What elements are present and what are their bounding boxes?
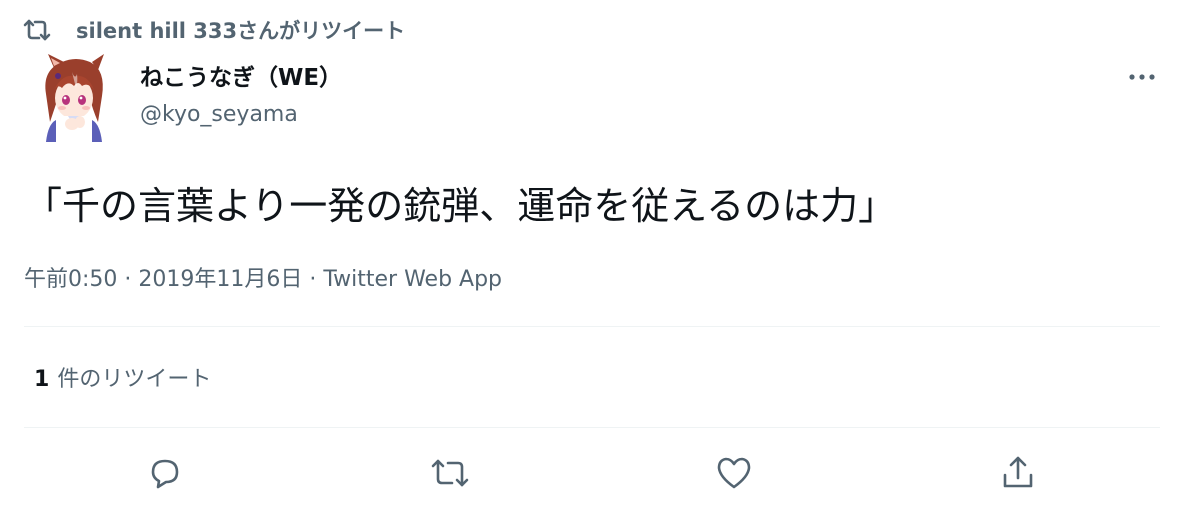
tweet-date[interactable]: 2019年11月6日 [138,267,302,292]
share-icon [1003,456,1033,488]
reply-button[interactable] [142,450,188,496]
reply-icon [151,459,179,489]
retweet-count-label: 件のリツイート [57,367,212,392]
tweet-text: 「千の言葉より一発の銃弾、運命を従えるのは力」 [24,184,897,228]
author-display-name[interactable]: ねこうなぎ（WE） [140,58,342,98]
tweet-time[interactable]: 午前0:50 [24,267,117,292]
retweet-stats[interactable]: 1 件のリツイート [34,362,211,398]
tweet-actions [0,450,1184,496]
tweet-meta: 午前0:50 · 2019年11月6日 · Twitter Web App [24,262,502,298]
like-button[interactable] [711,450,757,496]
retweet-icon [431,459,469,487]
divider [24,427,1160,428]
more-icon [1129,74,1155,80]
retweet-context[interactable]: silent hill 333さんがリツイート [22,14,405,46]
author-handle[interactable]: @kyo_seyama [140,98,342,132]
meta-separator: · [302,267,324,292]
retweet-icon [22,15,56,45]
meta-separator: · [117,267,139,292]
retweet-button[interactable] [427,450,473,496]
retweet-count: 1 [34,367,50,392]
tweet-source[interactable]: Twitter Web App [323,267,502,292]
heart-icon [717,457,751,489]
tweet-author[interactable]: ねこうなぎ（WE） @kyo_seyama [140,58,342,132]
avatar[interactable] [32,52,116,142]
share-button[interactable] [995,450,1041,496]
divider [24,326,1160,327]
more-button[interactable] [1124,62,1160,92]
retweet-context-text: silent hill 333さんがリツイート [76,19,406,43]
